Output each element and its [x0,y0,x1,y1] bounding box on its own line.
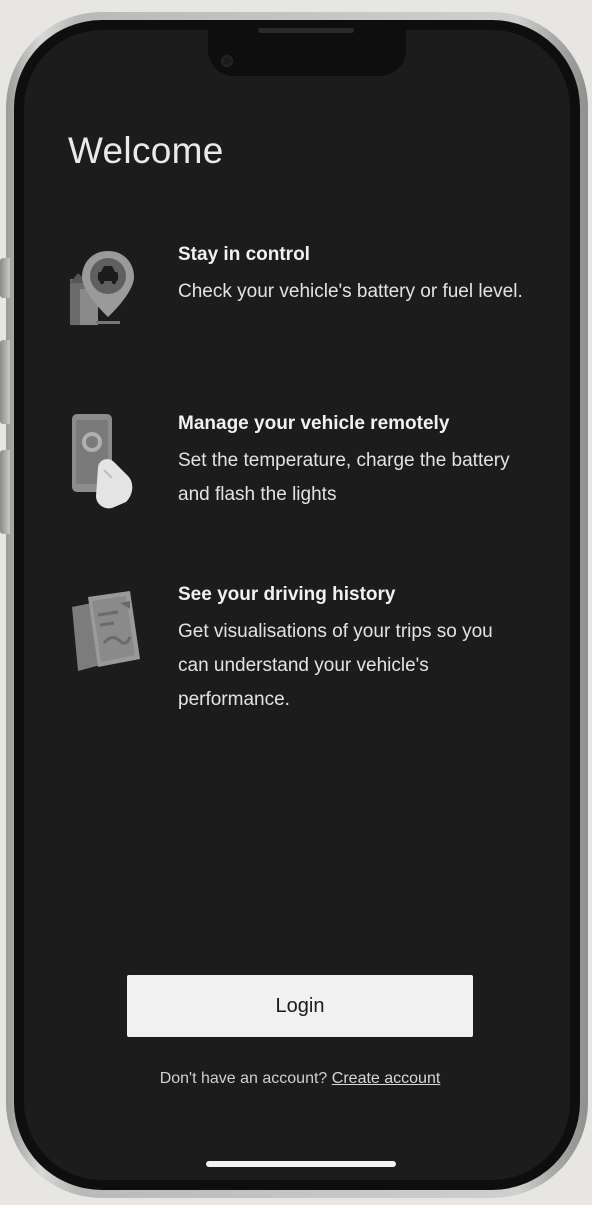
feature-description: Get visualisations of your trips so you … [178,621,493,710]
feature-text: See your driving history Get visualisati… [178,583,528,717]
earpiece-speaker [258,28,354,33]
volume-up-button [0,340,10,424]
trip-map-icon [68,583,148,673]
volume-down-button [0,450,10,534]
feature-title: See your driving history [178,584,396,605]
feature-description: Set the temperature, charge the battery … [178,450,510,505]
phone-hand-icon [68,412,148,509]
feature-text: Manage your vehicle remotely Set the tem… [178,412,528,512]
notch [208,30,406,76]
page-title: Welcome [68,130,224,171]
signup-prompt-text: Don't have an account? [159,1070,328,1087]
home-indicator[interactable] [206,1161,396,1167]
front-camera [221,55,233,67]
mute-switch [0,258,10,298]
login-button[interactable]: Login [127,975,473,1037]
feature-title: Stay in control [178,244,310,265]
map-pin-car-icon [68,243,148,333]
feature-title: Manage your vehicle remotely [178,413,450,434]
feature-description: Check your vehicle's battery or fuel lev… [178,281,523,302]
feature-text: Stay in control Check your vehicle's bat… [178,243,528,309]
create-account-link[interactable]: Create account [332,1070,441,1087]
signup-prompt: Don't have an account? Create account [0,1070,592,1088]
